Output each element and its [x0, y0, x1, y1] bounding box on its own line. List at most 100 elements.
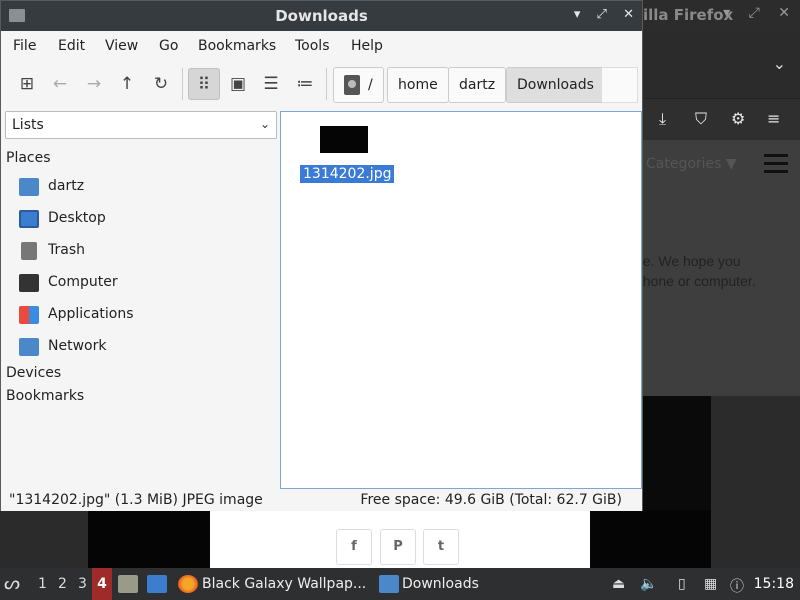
- file-view[interactable]: 1314202.jpg: [280, 111, 642, 489]
- sidebar-mode-value: Lists: [12, 117, 44, 133]
- update-notifier-icon[interactable]: ⓘ: [730, 576, 744, 596]
- firefox-content: Categories ▼ ee. We hope you phone or co…: [635, 140, 800, 396]
- maximize-icon[interactable]: ⤢: [749, 5, 760, 21]
- toolbar-separator: [326, 68, 327, 100]
- close-icon[interactable]: ✕: [778, 5, 790, 21]
- back-icon[interactable]: ←: [44, 68, 76, 100]
- minimize-icon[interactable]: ▾: [574, 7, 581, 22]
- menu-edit[interactable]: Edit: [58, 38, 85, 54]
- workspace-1[interactable]: 1: [38, 576, 47, 592]
- firefox-page-bottom: f P t: [0, 510, 800, 568]
- volume-icon[interactable]: 🔈: [640, 576, 657, 592]
- page-text-line: ee. We hope you: [635, 253, 741, 269]
- home-folder-icon: [19, 178, 39, 196]
- firefox-window-buttons: ▾ ⤢ ✕: [709, 5, 790, 21]
- workspace-2[interactable]: 2: [58, 576, 67, 592]
- breadcrumb-spacer: [602, 67, 638, 103]
- window-titlebar[interactable]: Downloads ▾ ⤢ ✕: [1, 1, 642, 31]
- computer-icon: [19, 274, 39, 292]
- menu-bookmarks[interactable]: Bookmarks: [198, 38, 276, 54]
- files-launcher-icon[interactable]: [118, 575, 138, 593]
- clock[interactable]: 15:18: [754, 576, 794, 592]
- devices-heading[interactable]: Devices: [6, 365, 61, 381]
- file-name[interactable]: 1314202.jpg: [300, 165, 395, 183]
- categories-link[interactable]: Categories ▼: [646, 156, 737, 172]
- network-icon[interactable]: ▦: [704, 576, 717, 592]
- firefox-icon[interactable]: [178, 575, 198, 593]
- pinterest-share-button[interactable]: P: [380, 529, 416, 565]
- sidebar-item-label: Trash: [48, 242, 85, 258]
- desktop-icon: [19, 210, 39, 228]
- sidebar: Lists ⌄ Places dartz Desktop Trash Compu…: [5, 111, 277, 489]
- extension-icon[interactable]: ⚙: [731, 109, 745, 128]
- firefox-tabbar: ⌄: [643, 30, 800, 98]
- start-menu-icon[interactable]: ᔕ: [4, 573, 20, 594]
- breadcrumb-root[interactable]: /: [333, 67, 384, 103]
- menu-file[interactable]: File: [13, 38, 36, 54]
- wallpaper-image: [590, 510, 711, 568]
- folder-icon[interactable]: [379, 575, 399, 593]
- twitter-share-button[interactable]: t: [423, 529, 459, 565]
- trash-icon: [21, 242, 37, 260]
- image-thumbnail[interactable]: [320, 126, 368, 153]
- toolbar: ⊞ ← → ↑ ↻ ⠿ ▣ ☰ ≔ / home dartz Downloads: [1, 61, 642, 109]
- sidebar-item-label: Desktop: [48, 210, 106, 226]
- workspace-4[interactable]: 4: [92, 568, 112, 600]
- compact-view-icon[interactable]: ☰: [255, 68, 287, 100]
- reload-icon[interactable]: ↻: [145, 68, 177, 100]
- sidebar-item-trash[interactable]: Trash: [19, 238, 269, 266]
- sidebar-item-desktop[interactable]: Desktop: [19, 206, 269, 234]
- new-window-icon[interactable]: ⊞: [11, 68, 43, 100]
- breadcrumb-dartz[interactable]: dartz: [448, 67, 507, 103]
- menu-icon[interactable]: ≡: [767, 109, 780, 128]
- breadcrumb-root-label: /: [368, 77, 373, 93]
- menu-go[interactable]: Go: [159, 38, 178, 54]
- toolbar-separator: [182, 68, 183, 100]
- maximize-icon[interactable]: ⤢: [597, 7, 607, 22]
- menubar: File Edit View Go Bookmarks Tools Help: [1, 31, 642, 61]
- sidebar-item-applications[interactable]: Applications: [19, 302, 269, 330]
- download-icon[interactable]: ⤓: [659, 109, 666, 129]
- breadcrumb-downloads[interactable]: Downloads: [506, 67, 605, 103]
- bookmarks-heading[interactable]: Bookmarks: [6, 388, 84, 404]
- page-text-line: phone or computer.: [635, 273, 756, 289]
- free-space-info: Free space: 49.6 GiB (Total: 62.7 GiB): [360, 492, 622, 508]
- facebook-share-button[interactable]: f: [336, 529, 372, 565]
- file-manager-window: Downloads ▾ ⤢ ✕ File Edit View Go Bookma…: [0, 0, 643, 511]
- chevron-down-icon[interactable]: ⌄: [773, 54, 786, 73]
- taskbar: ᔕ 1 2 3 4 Black Galaxy Wallpap... Downlo…: [0, 568, 800, 600]
- minimize-icon[interactable]: ▾: [723, 5, 730, 21]
- sidebar-item-dartz[interactable]: dartz: [19, 174, 269, 202]
- clipboard-icon[interactable]: ▯: [678, 576, 686, 592]
- selection-info: "1314202.jpg" (1.3 MiB) JPEG image: [9, 492, 263, 508]
- chevron-down-icon: ⌄: [259, 117, 270, 131]
- task-downloads[interactable]: Downloads: [402, 576, 479, 592]
- window-title: Downloads: [275, 7, 368, 25]
- sidebar-item-network[interactable]: Network: [19, 334, 269, 362]
- share-bar: f P t: [210, 510, 590, 568]
- menu-view[interactable]: View: [105, 38, 138, 54]
- up-icon[interactable]: ↑: [111, 68, 143, 100]
- network-folder-icon: [19, 338, 39, 356]
- drive-icon: [344, 75, 360, 95]
- breadcrumb-home[interactable]: home: [387, 67, 449, 103]
- detailed-view-icon[interactable]: ≔: [289, 68, 321, 100]
- close-icon[interactable]: ✕: [623, 7, 634, 22]
- forward-icon[interactable]: →: [78, 68, 110, 100]
- statusbar: "1314202.jpg" (1.3 MiB) JPEG image Free …: [1, 489, 642, 511]
- thumbnail-view-icon[interactable]: ▣: [222, 68, 254, 100]
- sidebar-mode-select[interactable]: Lists ⌄: [5, 111, 277, 139]
- task-firefox[interactable]: Black Galaxy Wallpap...: [202, 576, 366, 592]
- sidebar-item-computer[interactable]: Computer: [19, 270, 269, 298]
- firefox-toolbar: ⤓ ⛉ ⚙ ≡: [643, 98, 800, 140]
- menu-tools[interactable]: Tools: [295, 38, 330, 54]
- places-heading[interactable]: Places: [6, 150, 51, 166]
- workspace-3[interactable]: 3: [78, 576, 87, 592]
- desktop-launcher-icon[interactable]: [147, 575, 167, 593]
- eject-icon[interactable]: ⏏: [612, 576, 625, 592]
- icon-view-icon[interactable]: ⠿: [188, 68, 220, 100]
- hamburger-icon[interactable]: [764, 154, 788, 178]
- menu-help[interactable]: Help: [351, 38, 383, 54]
- sidebar-item-label: Computer: [48, 274, 118, 290]
- shield-icon[interactable]: ⛉: [695, 109, 707, 129]
